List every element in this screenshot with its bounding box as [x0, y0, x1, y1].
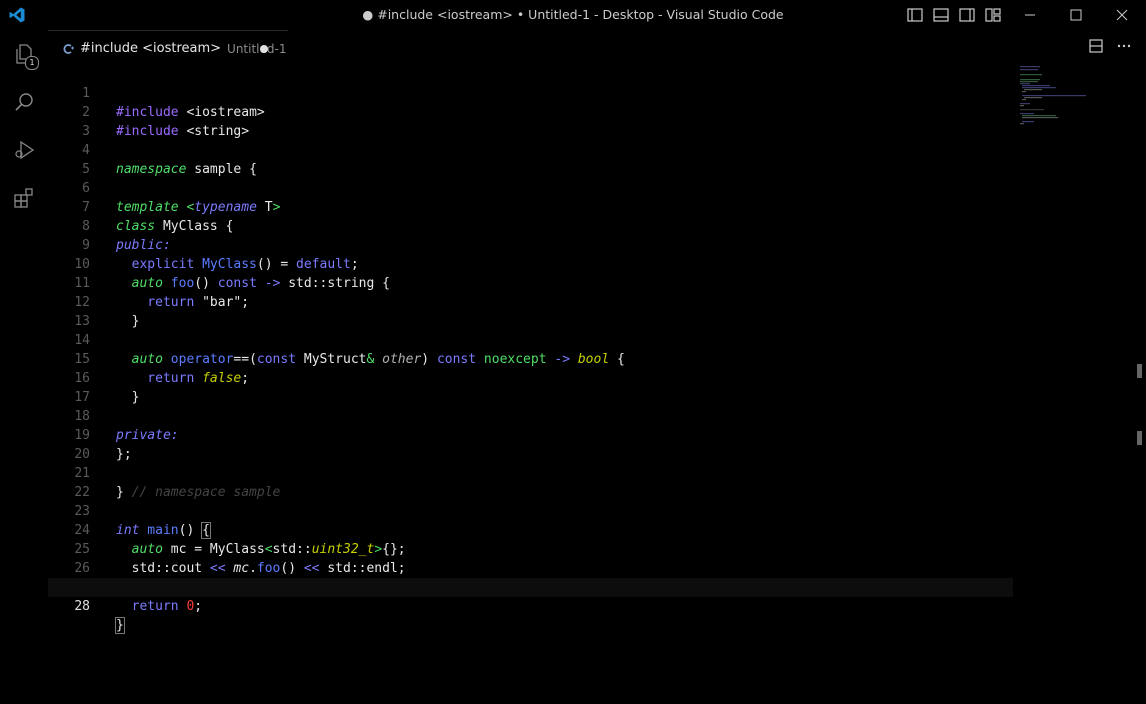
customize-layout-icon[interactable] [984, 6, 1002, 24]
code-line[interactable]: 14 auto operator==(const MyStruct& other… [48, 312, 1013, 367]
code-line[interactable]: 12 } [48, 274, 1013, 329]
code-line[interactable]: 19 }; [48, 407, 1013, 462]
code-line[interactable]: 13 [48, 293, 1013, 329]
code-line[interactable]: 2 #include <string> [48, 84, 1013, 139]
code-line[interactable]: 8 public: [48, 198, 1013, 253]
code-line[interactable]: 21 } // namespace sample [48, 445, 1013, 500]
scrollbar-marker[interactable] [1137, 431, 1142, 445]
split-editor-icon[interactable] [1088, 38, 1104, 54]
code-line[interactable]: 1 #include <iostream> [48, 65, 1013, 120]
unsaved-dot-icon[interactable] [260, 45, 268, 53]
line-number-active: 28 [74, 599, 90, 614]
code-line[interactable]: 9 explicit MyClass() = default; [48, 217, 1013, 272]
maximize-button[interactable] [1053, 0, 1099, 30]
editor-tab-bar: #include <iostream> Untitled-1 [48, 30, 1146, 66]
code-text: } [115, 616, 125, 635]
toggle-panel-icon[interactable] [932, 6, 950, 24]
activity-explorer[interactable]: 1 [0, 30, 48, 78]
title-bar: ● #include <iostream> • Untitled-1 - Des… [0, 0, 1146, 30]
minimize-icon [1025, 14, 1035, 16]
code-line[interactable]: 27 return 0; [48, 559, 1013, 614]
layout-controls [906, 6, 1002, 24]
close-window-button[interactable] [1099, 0, 1145, 30]
explorer-badge: 1 [25, 56, 39, 70]
code-line[interactable]: 6 template <typename T> [48, 160, 1013, 215]
code-line[interactable]: 15 return false; [48, 331, 1013, 386]
toggle-secondary-sidebar-icon[interactable] [958, 6, 976, 24]
minimap[interactable] [1018, 65, 1108, 125]
code-line[interactable]: 4 namespace sample { [48, 122, 1013, 177]
code-text: return 0; [116, 597, 202, 616]
activity-search[interactable] [0, 78, 48, 126]
more-actions-icon[interactable] [1116, 38, 1132, 54]
run-debug-icon [15, 140, 35, 160]
extensions-icon [14, 188, 33, 208]
code-line[interactable]: 23 int main() { [48, 483, 1013, 539]
activity-extensions[interactable] [0, 174, 48, 222]
token: } [115, 617, 125, 634]
scrollbar-marker[interactable] [1137, 364, 1142, 378]
token: return [116, 599, 187, 614]
code-editor[interactable]: 1 #include <iostream> 2 #include <string… [48, 65, 1146, 704]
tab-label: #include <iostream> [80, 41, 222, 56]
code-line[interactable]: 5 [48, 141, 1013, 177]
maximize-icon [1070, 9, 1082, 21]
code-line[interactable]: 20 [48, 426, 1013, 462]
code-line[interactable]: 24 auto mc = MyClass<std::uint32_t>{}; [48, 502, 1013, 557]
code-line[interactable]: 26 [48, 540, 1013, 576]
code-line[interactable]: 3 [48, 103, 1013, 139]
code-line[interactable]: 11 return "bar"; [48, 255, 1013, 310]
activity-bar: 1 [0, 30, 49, 704]
code-line[interactable]: 25 std::cout << mc.foo() << std::endl; [48, 521, 1013, 576]
tab-description: Untitled-1 [227, 41, 287, 56]
cpp-file-icon [63, 43, 74, 54]
minimize-button[interactable] [1007, 0, 1053, 30]
editor-actions [1088, 38, 1132, 54]
token: ; [194, 599, 203, 614]
activity-run-debug[interactable] [0, 126, 48, 174]
code-line[interactable]: 7 class MyClass { [48, 179, 1013, 234]
code-line-current[interactable]: 28 } [48, 578, 1013, 634]
toggle-primary-sidebar-icon[interactable] [906, 6, 924, 24]
code-line[interactable]: 16 } [48, 350, 1013, 405]
tab-untitled-1[interactable]: #include <iostream> Untitled-1 [48, 30, 288, 66]
search-icon [15, 93, 33, 111]
code-line[interactable]: 22 [48, 464, 1013, 500]
close-icon [1116, 9, 1128, 21]
code-line[interactable]: 18 private: [48, 388, 1013, 443]
code-line[interactable]: 17 [48, 369, 1013, 405]
code-line[interactable]: 10 auto foo() const -> std::string { [48, 236, 1013, 291]
